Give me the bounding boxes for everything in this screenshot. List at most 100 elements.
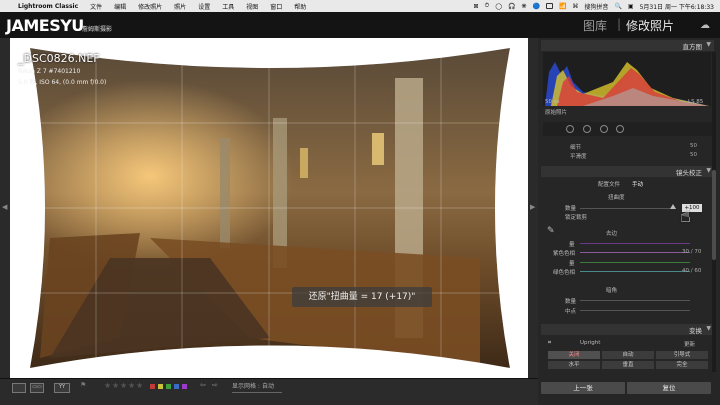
command-icon[interactable]: ⌘ [572, 3, 578, 10]
menu-clock[interactable]: 5月31日 周一 下午6:18:33 [640, 2, 714, 11]
mask-icon[interactable] [616, 125, 624, 133]
transform-header[interactable]: 变换 ▼ [541, 324, 714, 335]
histogram-low-label: 50 ss [545, 99, 560, 105]
vignette-title: 暗角 [606, 288, 618, 294]
compare-view-button[interactable]: ▭▭ [30, 383, 44, 393]
green-hue-label: 绿色色相 [553, 270, 576, 276]
original-photo-checkbox[interactable]: 原始照片 [545, 108, 567, 116]
color-label-yellow[interactable] [158, 384, 163, 389]
screen-capture-icon[interactable]: ⊠ [474, 3, 479, 10]
upright-icon[interactable]: ⌗ [548, 340, 551, 347]
right-panel-edge[interactable]: ▶ [528, 38, 538, 378]
redeye-icon[interactable] [600, 125, 608, 133]
headphones-icon[interactable]: 🎧 [508, 3, 515, 10]
menu-tools[interactable]: 工具 [216, 2, 240, 11]
tab-manual[interactable]: 手动 [632, 180, 643, 188]
detail-value[interactable]: 50 [690, 143, 697, 149]
previous-button[interactable]: 上一张 [541, 382, 625, 394]
record-icon[interactable]: ◯ [495, 3, 502, 10]
histogram-header[interactable]: 直方图 ▼ [541, 40, 714, 51]
photo-exposure: 5.0 秒, ISO 64, (0.0 mm f/0.0) [18, 79, 107, 86]
vignette-amount-slider[interactable] [580, 300, 690, 301]
purple-hue-slider[interactable] [580, 252, 690, 253]
menu-bar: Lightroom Classic 文件 编辑 修改照片 照片 设置 工具 视图… [0, 0, 720, 12]
loupe-view-button[interactable] [12, 383, 26, 393]
search-icon[interactable]: 🔍 [614, 3, 621, 10]
color-label-green[interactable] [166, 384, 171, 389]
star-icon[interactable]: ★ [128, 381, 135, 390]
star-icon[interactable]: ★ [120, 381, 127, 390]
smooth-value[interactable]: 50 [690, 152, 697, 158]
lens-correction-header[interactable]: 镜头校正 ▼ [541, 166, 714, 177]
purple-amount-label: 量 [569, 242, 575, 248]
purple-amount-slider[interactable] [580, 243, 690, 244]
upright-full[interactable]: 完全 [656, 361, 708, 369]
battery-icon[interactable] [545, 3, 553, 9]
midpoint-label: 中点 [565, 309, 577, 315]
rotate-right-icon[interactable]: ⇨ [212, 381, 218, 389]
reset-button[interactable]: 复位 [627, 382, 711, 394]
upright-auto[interactable]: 自动 [602, 351, 654, 359]
green-amount-slider[interactable] [580, 262, 690, 263]
histogram [543, 52, 711, 106]
purple-hue-value[interactable]: 30 / 70 [682, 249, 701, 255]
upright-label: Upright [580, 340, 601, 346]
color-label-purple[interactable] [182, 384, 187, 389]
star-icon[interactable]: ★ [104, 381, 111, 390]
menu-settings[interactable]: 设置 [192, 2, 216, 11]
panel-scrollbar-thumb[interactable] [712, 170, 716, 260]
green-hue-slider[interactable] [580, 271, 690, 272]
menu-file[interactable]: 文件 [84, 2, 108, 11]
amount-label: 数量 [565, 206, 577, 212]
color-label-red[interactable] [150, 384, 155, 389]
distortion-title: 扭曲度 [608, 195, 625, 201]
crop-tool-icon[interactable] [566, 125, 574, 133]
input-method[interactable]: 搜狗拼音 [584, 2, 608, 11]
color-label-blue[interactable] [174, 384, 179, 389]
upright-update[interactable]: 更新 [684, 340, 695, 348]
brand-subtitle: 詹姆斯摄影 [82, 26, 113, 33]
flower-icon[interactable]: ❋ [521, 3, 526, 10]
menu-photo[interactable]: 照片 [168, 2, 192, 11]
control-center-icon[interactable]: ▣ [628, 3, 634, 10]
spot-removal-icon[interactable] [583, 125, 591, 133]
green-hue-value[interactable]: 40 / 60 [682, 268, 701, 274]
star-icon[interactable]: ★ [112, 381, 119, 390]
status-dot-icon[interactable]: 🔵 [532, 3, 539, 10]
upright-vertical[interactable]: 垂直 [602, 361, 654, 369]
flag-icon[interactable]: ⚑ [80, 381, 86, 389]
star-icon[interactable]: ★ [136, 381, 143, 390]
wifi-icon[interactable]: 📶 [559, 3, 566, 10]
menu-app[interactable]: Lightroom Classic [12, 3, 84, 10]
module-develop[interactable]: 修改照片 [626, 17, 674, 34]
midpoint-slider[interactable] [580, 310, 690, 311]
distortion-slider[interactable] [580, 208, 676, 209]
defringe-title: 去边 [606, 231, 618, 237]
smooth-label: 平滑度 [570, 154, 587, 160]
detail-label: 细节 [570, 145, 582, 151]
upright-level[interactable]: 水平 [548, 361, 600, 369]
menu-develop[interactable]: 修改照片 [132, 2, 168, 11]
undo-hud: 还原"扭曲量 = 17 (+17)" [292, 287, 432, 307]
left-panel-collapse[interactable]: ◀ [0, 38, 10, 378]
distortion-slider-knob[interactable] [670, 204, 676, 209]
tab-profile[interactable]: 配置文件 [598, 180, 620, 188]
constrain-crop-checkbox[interactable]: 锁定裁剪 [565, 213, 587, 221]
cloud-icon[interactable]: ☁ [700, 20, 710, 31]
before-after-button[interactable]: YY [54, 383, 70, 393]
histogram-high-label: LS 85 [688, 99, 704, 105]
module-library[interactable]: 图库 [583, 17, 607, 34]
menu-edit[interactable]: 编辑 [108, 2, 132, 11]
module-separator: | [617, 17, 622, 31]
upright-guided[interactable]: 引导式 [656, 351, 708, 359]
timer-icon[interactable]: ⏱ [485, 2, 490, 10]
grid-overlay-select[interactable]: 自动 [262, 381, 274, 390]
menu-help[interactable]: 帮助 [288, 2, 312, 11]
rotate-left-icon[interactable]: ⇦ [200, 381, 206, 389]
photo-canvas[interactable] [10, 38, 528, 378]
menu-window[interactable]: 窗口 [264, 2, 288, 11]
eyedropper-icon[interactable]: ✎ [547, 226, 555, 236]
grid-opacity-slider[interactable] [232, 392, 282, 393]
menu-view[interactable]: 视图 [240, 2, 264, 11]
upright-off[interactable]: 关闭 [548, 351, 600, 359]
